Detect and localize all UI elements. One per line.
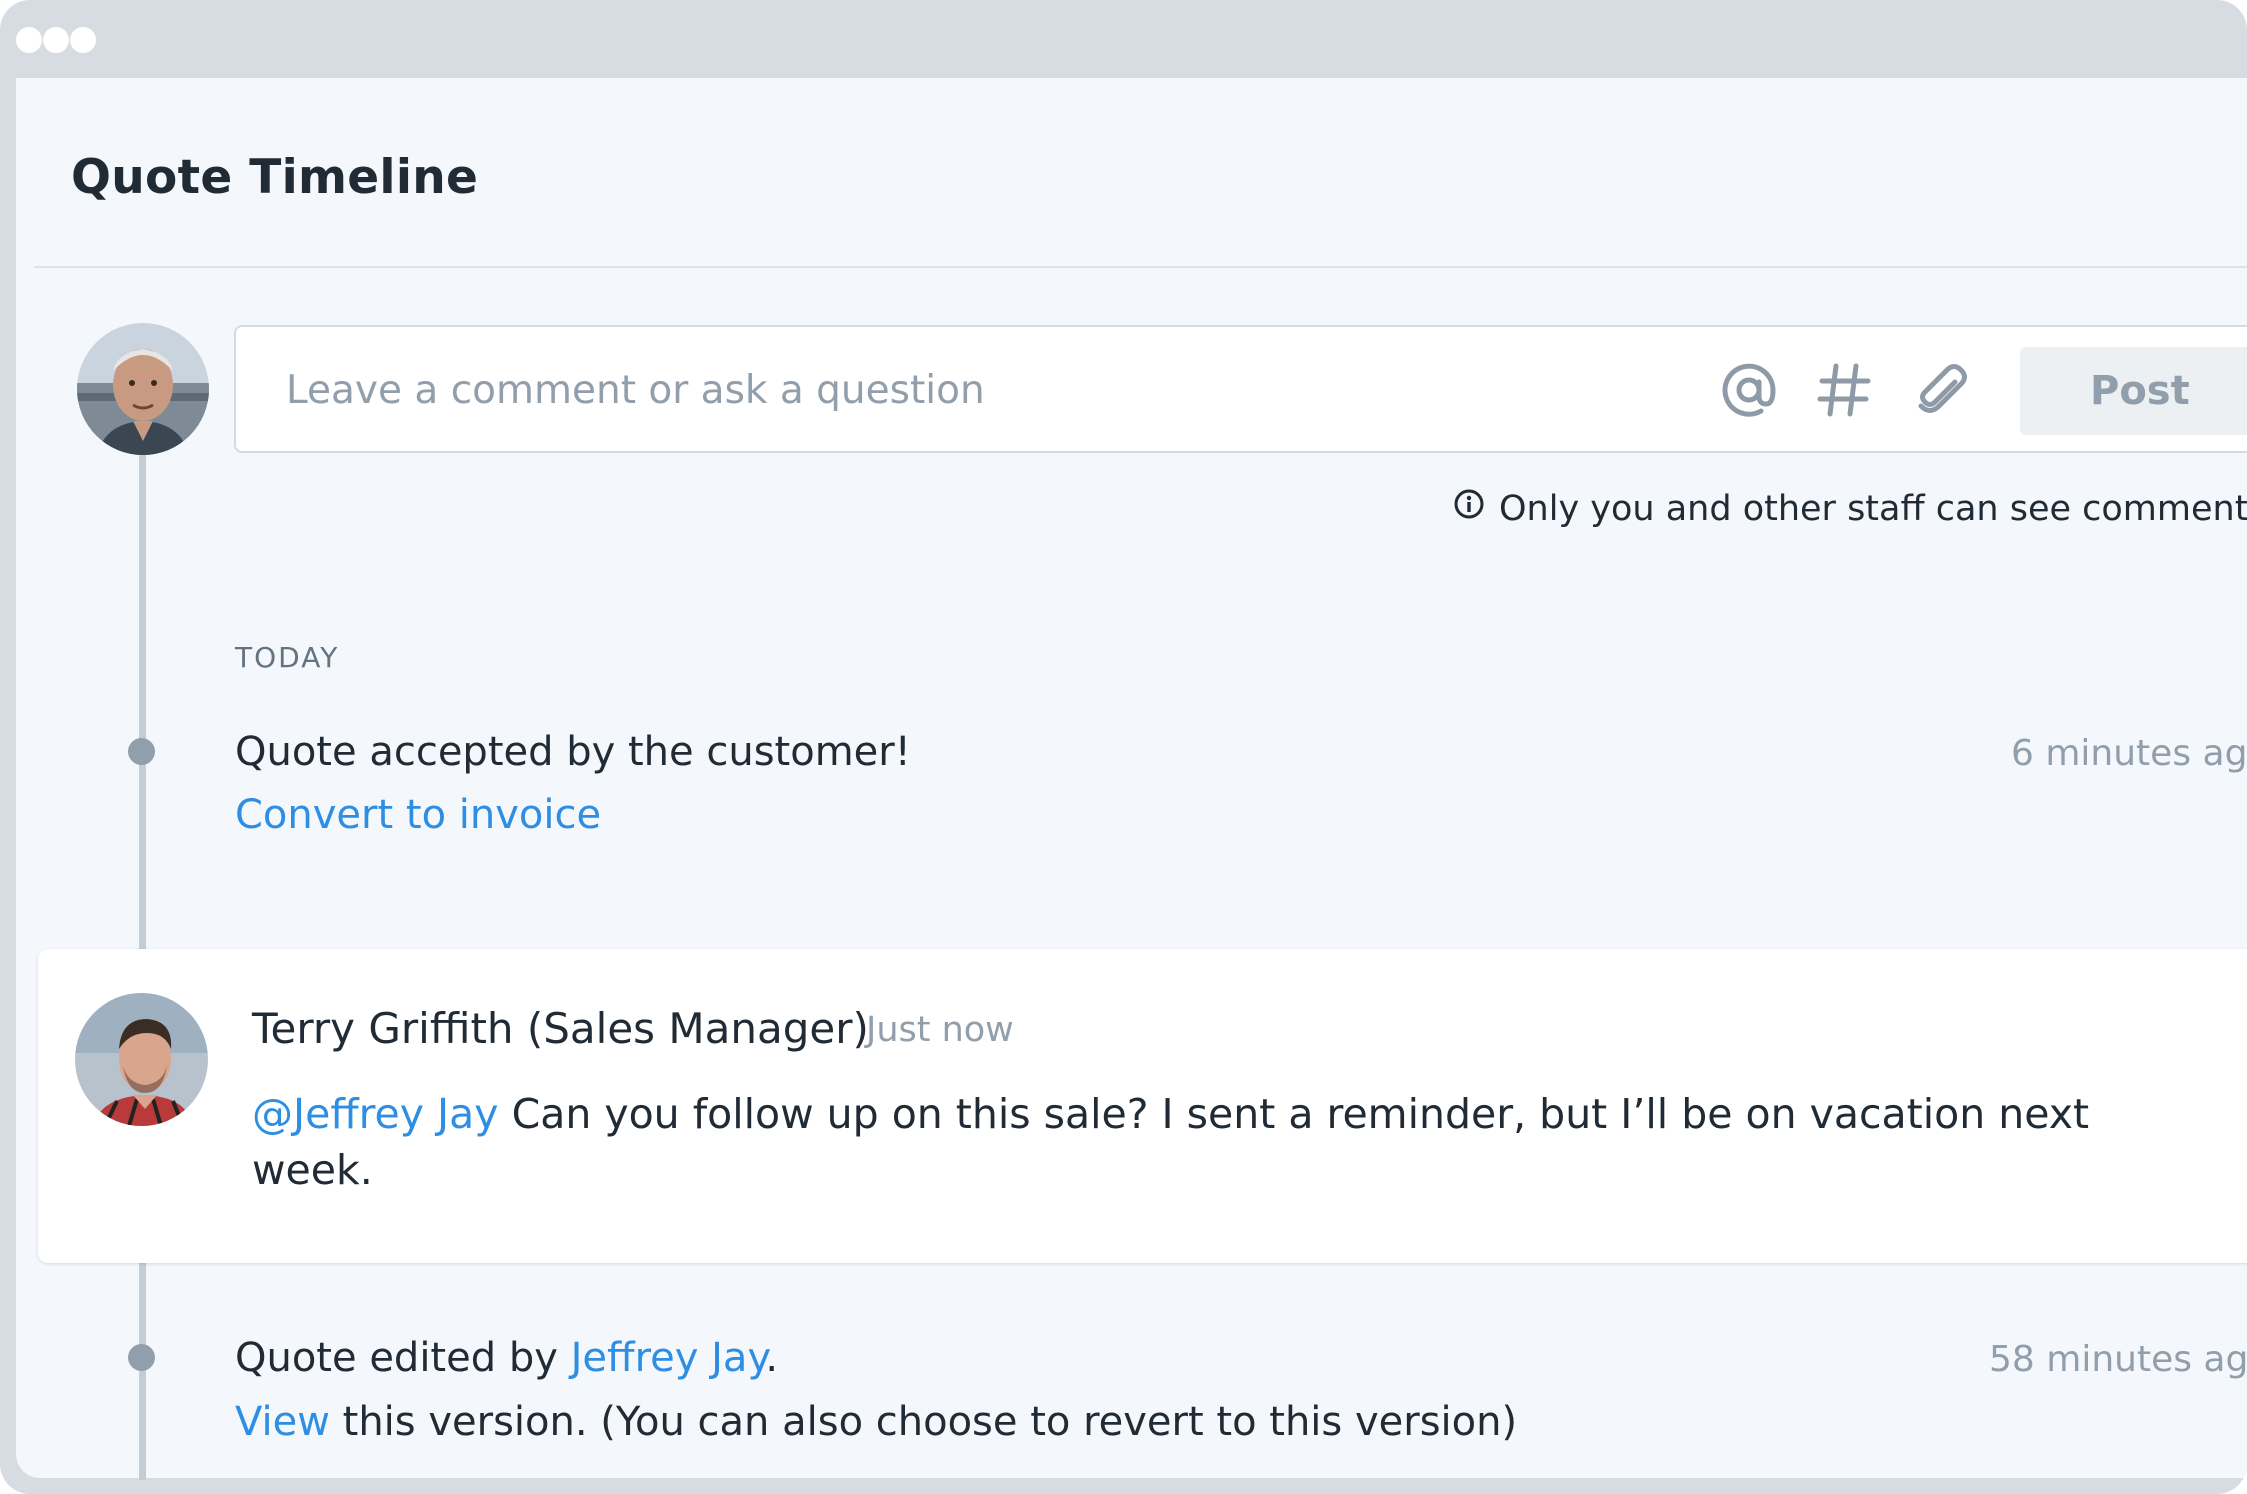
app-window: Quote Timeline Leave a comment or ask a … — [0, 0, 2247, 1494]
timeline-event-dot — [128, 738, 155, 765]
comment-body: @Jeffrey Jay Can you follow up on this s… — [252, 1086, 2112, 1198]
timeline-line-lower — [139, 1262, 146, 1480]
hashtag-icon[interactable] — [1811, 357, 1877, 423]
info-icon — [1453, 488, 1485, 529]
event-accepted-time: 6 minutes ago — [2011, 733, 2247, 774]
current-user-avatar — [77, 323, 209, 455]
editor-user-link[interactable]: Jeffrey Jay — [571, 1335, 766, 1381]
page-title: Quote Timeline — [71, 150, 479, 205]
post-button[interactable]: Post — [2020, 347, 2247, 435]
author-avatar — [75, 993, 208, 1126]
comment-author-name: Terry Griffith (Sales Manager) — [252, 1004, 869, 1053]
convert-to-invoice-link[interactable]: Convert to invoice — [235, 792, 601, 838]
visibility-note-text: Only you and other staff can see comment… — [1499, 488, 2247, 529]
event-edited-text: Quote edited by Jeffrey Jay. — [235, 1335, 778, 1381]
timeline-panel — [16, 78, 2247, 1478]
timeline-line-upper — [139, 452, 146, 952]
comment-input[interactable] — [284, 347, 1738, 433]
comment-composer: Post — [234, 325, 2247, 453]
timeline-event-dot — [128, 1344, 155, 1371]
window-minimize-dot[interactable] — [43, 27, 69, 53]
visibility-note: Only you and other staff can see comment… — [1453, 488, 2247, 529]
mention-link[interactable]: @Jeffrey Jay — [252, 1090, 499, 1138]
view-version-text: this version. (You can also choose to re… — [329, 1399, 1518, 1445]
event-edited-prefix: Quote edited by — [235, 1335, 571, 1381]
event-edited-time: 58 minutes ago — [1989, 1339, 2247, 1380]
view-version-link[interactable]: View — [235, 1399, 330, 1445]
paperclip-icon[interactable] — [1908, 357, 1974, 423]
window-maximize-dot[interactable] — [70, 27, 96, 53]
event-edited-action: View this version. (You can also choose … — [235, 1399, 1517, 1445]
comment-timestamp: Just now — [866, 1010, 1014, 1050]
at-sign-icon[interactable] — [1716, 357, 1782, 423]
section-label-today: TODAY — [235, 641, 340, 674]
comment-body-text: Can you follow up on this sale? I sent a… — [252, 1090, 2090, 1194]
event-edited-suffix: . — [765, 1335, 779, 1381]
window-close-dot[interactable] — [16, 27, 42, 53]
event-accepted-text: Quote accepted by the customer! — [235, 729, 911, 775]
header-divider — [34, 266, 2247, 268]
